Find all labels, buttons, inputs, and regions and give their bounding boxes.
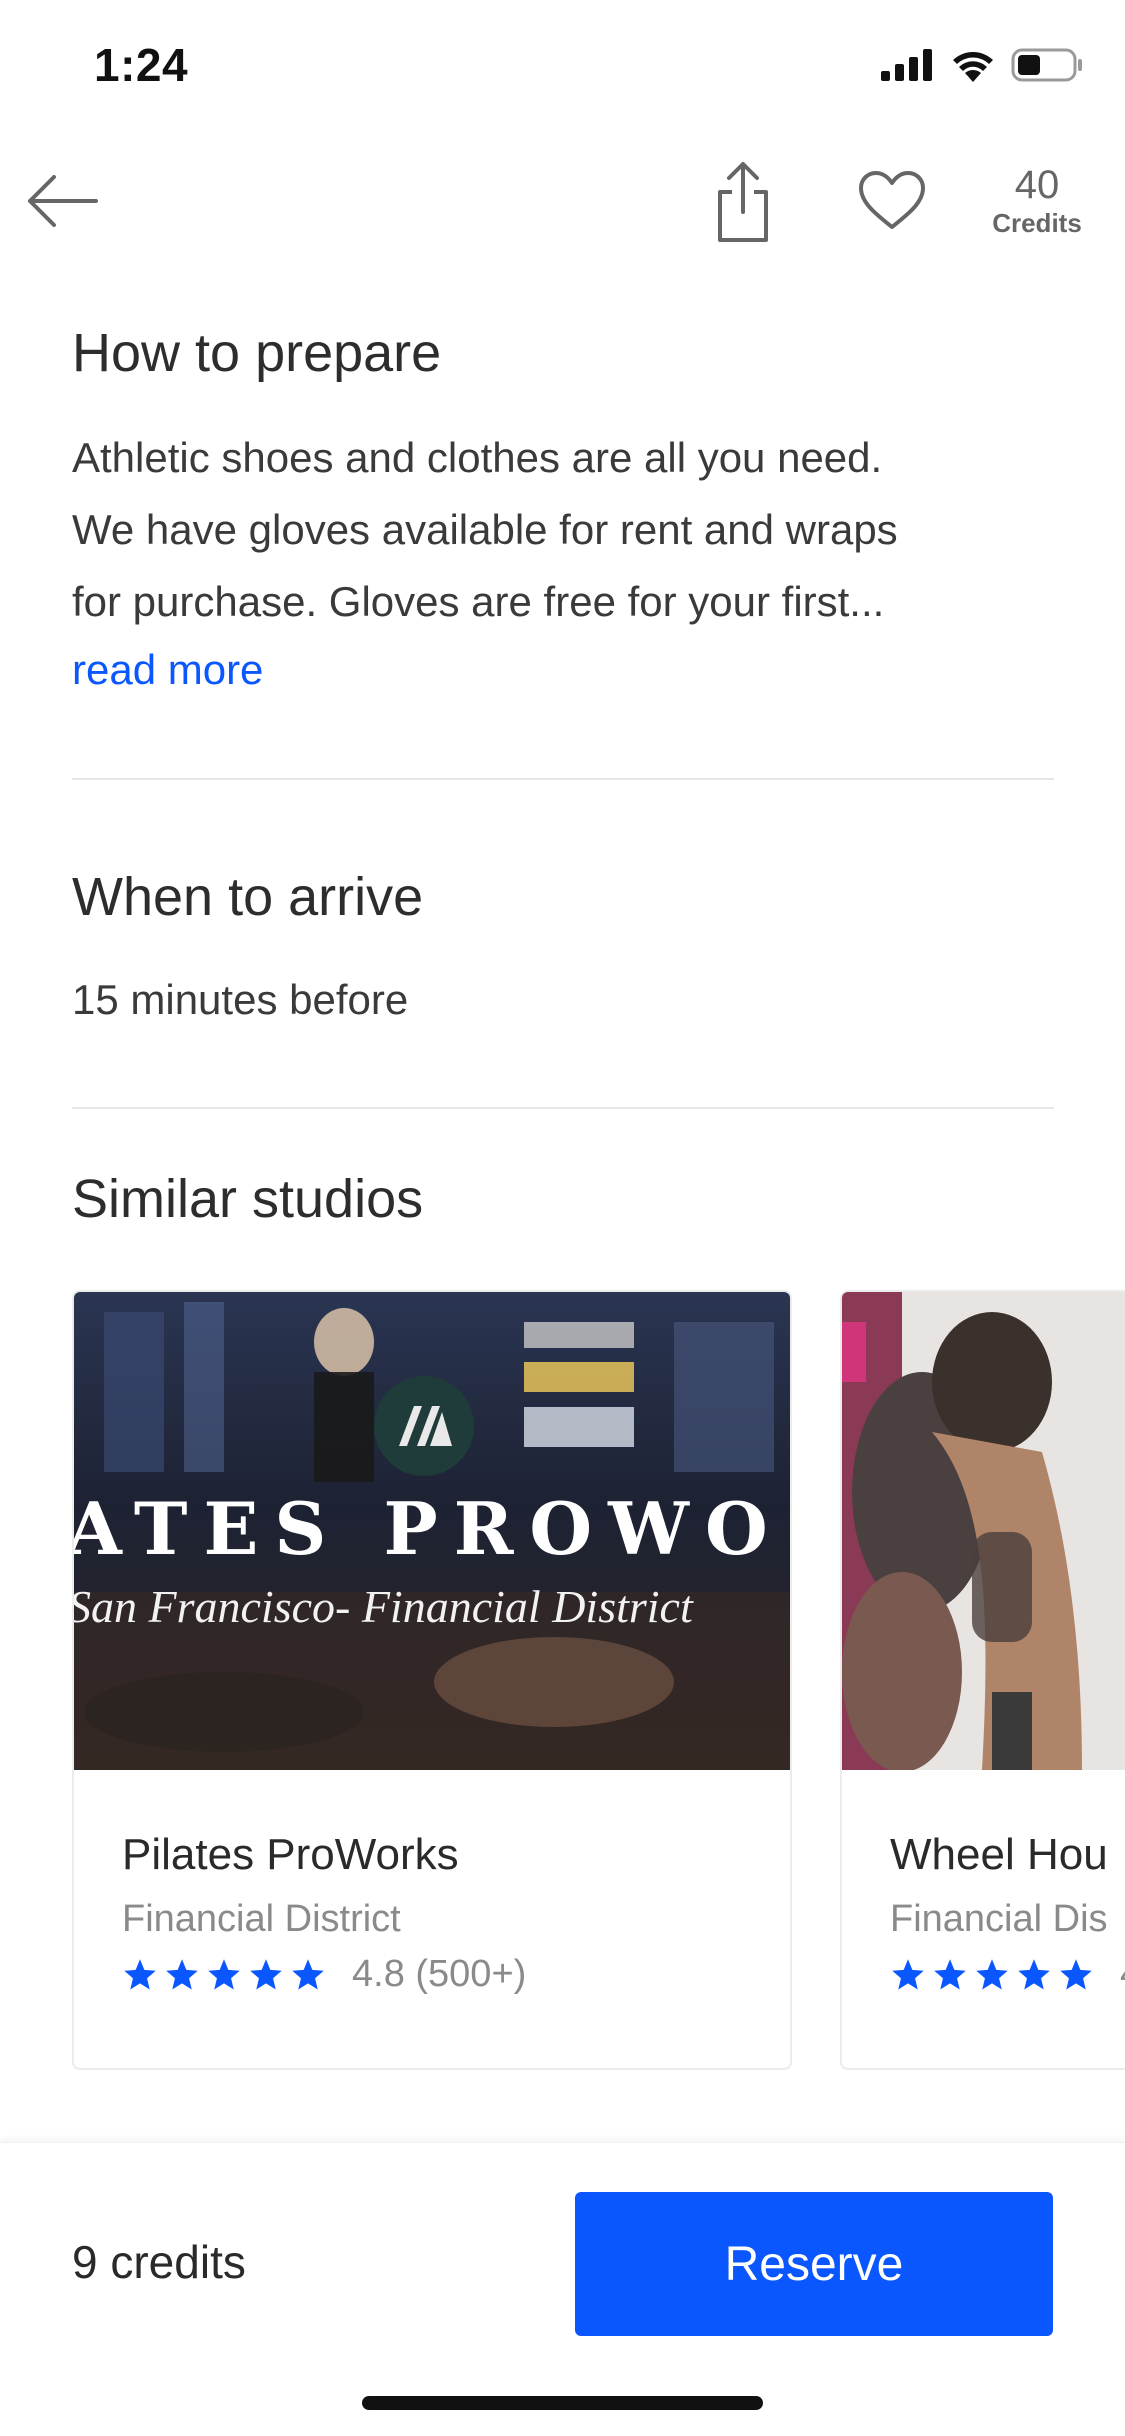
prepare-line: Athletic shoes and clothes are all you n…	[72, 434, 883, 481]
status-bar: 1:24	[0, 0, 1125, 132]
cellular-signal-icon	[881, 49, 932, 81]
credits-balance: 40 Credits	[972, 162, 1102, 238]
wifi-icon	[953, 52, 993, 82]
home-indicator[interactable]	[362, 2396, 763, 2410]
studio-rating: 4	[890, 1953, 1125, 1996]
back-button[interactable]	[22, 166, 102, 236]
star-icon	[1018, 1958, 1050, 1990]
rating-text: 4.8 (500+)	[352, 1953, 527, 1995]
similar-studios-carousel[interactable]: ATES PROWO San Francisco- Financial Dist…	[72, 1290, 1125, 2070]
studio-name: Wheel Hou	[890, 1830, 1108, 1879]
share-icon	[718, 162, 768, 242]
prepare-text: Athletic shoes and clothes are all you n…	[72, 422, 1062, 638]
class-credits: 9 credits	[72, 2236, 246, 2288]
star-icon	[166, 1958, 198, 1990]
studio-name: Pilates ProWorks	[122, 1830, 459, 1879]
star-icon	[976, 1958, 1008, 1990]
battery-icon	[1011, 48, 1082, 82]
studio-photo: ATES PROWO San Francisco- Financial Dist…	[74, 1292, 790, 1770]
studio-area: Financial Dis	[890, 1898, 1108, 1940]
divider	[72, 778, 1054, 780]
divider	[72, 1107, 1054, 1109]
star-icon	[292, 1958, 324, 1990]
studio-rating: 4.8 (500+)	[122, 1953, 770, 1996]
studio-card-body: Wheel Hou Financial Dis 4	[890, 1830, 1125, 1996]
star-rating	[122, 1957, 326, 1993]
similar-title: Similar studios	[72, 1169, 424, 1229]
status-time: 1:24	[94, 39, 189, 91]
star-icon	[250, 1958, 282, 1990]
reserve-button[interactable]: Reserve	[575, 2192, 1053, 2336]
prepare-line: We have gloves available for rent and wr…	[72, 506, 898, 553]
studio-banner-text: ATES PROWO	[74, 1486, 784, 1571]
status-icons	[881, 48, 1083, 82]
top-nav: 40 Credits	[0, 140, 1125, 260]
credits-value: 40	[1014, 163, 1060, 207]
star-icon	[124, 1958, 156, 1990]
studio-image: ATES PROWO San Francisco- Financial Dist…	[74, 1292, 790, 1770]
favorite-button[interactable]	[852, 160, 932, 240]
studio-image	[842, 1292, 1125, 1770]
studio-banner-subtitle: San Francisco- Financial District	[74, 1581, 694, 1632]
bottom-bar: 9 credits Reserve	[0, 2142, 1125, 2436]
heart-icon	[859, 171, 925, 229]
star-icon	[208, 1958, 240, 1990]
prepare-title: How to prepare	[72, 323, 442, 383]
studio-card-body: Pilates ProWorks Financial District 4.8 …	[122, 1830, 770, 1996]
studio-area: Financial District	[122, 1898, 401, 1940]
prepare-line: for purchase. Gloves are free for your f…	[72, 578, 885, 625]
star-rating	[890, 1957, 1094, 1993]
share-button[interactable]	[704, 154, 782, 250]
star-icon	[892, 1958, 924, 1990]
read-more-link[interactable]: read more	[72, 646, 263, 694]
studio-card[interactable]: Wheel Hou Financial Dis 4	[840, 1290, 1125, 2070]
rating-text: 4	[1120, 1953, 1125, 1996]
arrive-title: When to arrive	[72, 867, 424, 927]
star-icon	[1060, 1958, 1092, 1990]
studio-card[interactable]: ATES PROWO San Francisco- Financial Dist…	[72, 1290, 792, 2070]
studio-photo	[842, 1292, 1125, 1770]
arrive-text: 15 minutes before	[72, 976, 409, 1023]
arrow-left-icon	[28, 175, 98, 227]
star-icon	[934, 1958, 966, 1990]
credits-label: Credits	[992, 208, 1082, 238]
